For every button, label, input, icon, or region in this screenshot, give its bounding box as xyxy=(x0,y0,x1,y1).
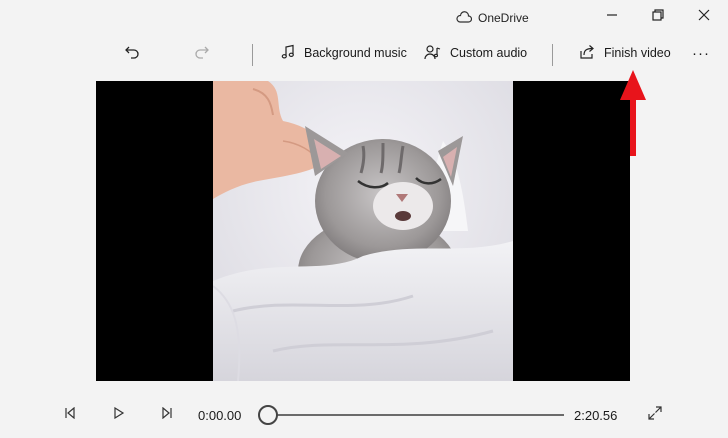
kitten-video-frame xyxy=(213,81,513,381)
playback-controls: 0:00.00 2:20.56 xyxy=(0,398,728,432)
redo-icon xyxy=(194,44,210,63)
play-icon xyxy=(113,406,125,424)
title-bar: OneDrive xyxy=(0,0,728,34)
annotation-arrow xyxy=(618,68,648,160)
background-music-label: Background music xyxy=(304,46,407,60)
person-audio-icon xyxy=(424,44,442,63)
total-time: 2:20.56 xyxy=(574,408,618,423)
background-music-button[interactable]: Background music xyxy=(280,40,407,66)
close-button[interactable] xyxy=(684,4,724,30)
current-time: 0:00.00 xyxy=(198,408,242,423)
restore-button[interactable] xyxy=(638,4,678,30)
next-frame-icon xyxy=(161,406,173,424)
minimize-button[interactable] xyxy=(592,4,632,30)
more-options-button[interactable]: ··· xyxy=(692,40,710,66)
custom-audio-button[interactable]: Custom audio xyxy=(424,40,527,66)
undo-button[interactable] xyxy=(124,40,140,66)
previous-frame-button[interactable] xyxy=(59,404,81,426)
seek-thumb[interactable] xyxy=(258,405,278,425)
redo-button[interactable] xyxy=(194,40,210,66)
previous-frame-icon xyxy=(64,406,76,424)
video-preview[interactable] xyxy=(96,81,630,381)
expand-icon xyxy=(648,405,662,425)
music-note-icon xyxy=(280,44,296,63)
custom-audio-label: Custom audio xyxy=(450,46,528,60)
fullscreen-button[interactable] xyxy=(644,404,666,426)
more-options-icon: ··· xyxy=(692,44,710,62)
seek-track[interactable] xyxy=(268,414,564,416)
next-frame-button[interactable] xyxy=(156,404,178,426)
onedrive-status[interactable]: OneDrive xyxy=(456,9,529,27)
share-export-icon xyxy=(579,44,596,63)
toolbar-divider xyxy=(252,44,253,66)
cloud-icon xyxy=(456,10,473,26)
toolbar-divider xyxy=(552,44,553,66)
minimize-icon xyxy=(606,8,618,26)
onedrive-label: OneDrive xyxy=(478,11,529,25)
close-icon xyxy=(698,8,710,26)
finish-video-label: Finish video xyxy=(604,46,671,60)
play-button[interactable] xyxy=(108,404,130,426)
finish-video-button[interactable]: Finish video xyxy=(579,40,671,66)
editor-toolbar: Background music Custom audio Finish vid… xyxy=(0,34,728,72)
undo-icon xyxy=(124,44,140,63)
restore-icon xyxy=(652,8,664,26)
